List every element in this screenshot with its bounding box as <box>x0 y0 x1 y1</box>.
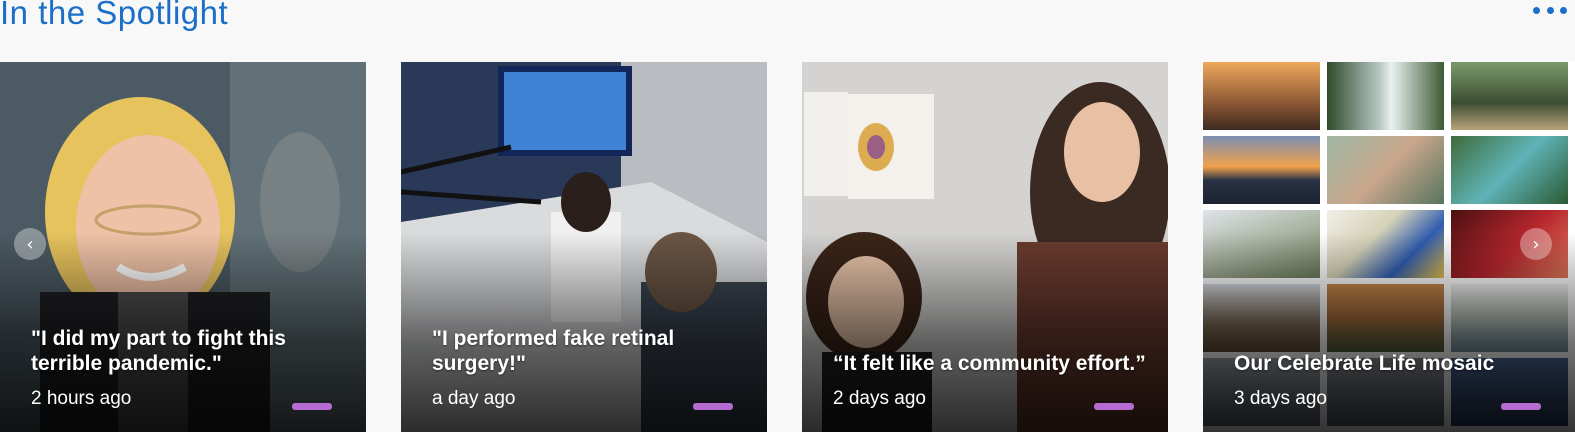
card-timestamp: 3 days ago <box>1234 388 1327 409</box>
spotlight-card-1[interactable]: "I did my part to fight this terrible pa… <box>0 62 366 432</box>
mosaic-tile <box>1327 62 1444 130</box>
spotlight-card-3[interactable]: “It felt like a community effort.” 2 day… <box>802 62 1168 432</box>
mosaic-tile <box>1451 136 1568 204</box>
section-title: In the Spotlight <box>0 0 229 31</box>
dot <box>1533 6 1540 14</box>
spotlight-card-2[interactable]: "I performed fake retinal surgery!" a da… <box>401 62 767 432</box>
card-timestamp: 2 days ago <box>833 388 926 409</box>
card-headline[interactable]: Our Celebrate Life mosaic <box>1234 351 1555 376</box>
card-indicator <box>1501 403 1541 410</box>
card-indicator <box>1094 403 1134 410</box>
card-headline[interactable]: "I did my part to fight this terrible pa… <box>31 326 346 376</box>
card-timestamp: 2 hours ago <box>31 388 132 409</box>
chevron-left-icon[interactable]: ‹ <box>14 228 46 260</box>
more-options-icon[interactable] <box>1533 4 1567 16</box>
mosaic-tile <box>1451 62 1568 130</box>
card-headline[interactable]: "I performed fake retinal surgery!" <box>432 326 747 376</box>
card-headline[interactable]: “It felt like a community effort.” <box>833 351 1148 376</box>
card-indicator <box>693 403 733 410</box>
card-timestamp: a day ago <box>432 388 516 409</box>
chevron-right-icon[interactable]: › <box>1520 228 1552 260</box>
mosaic-tile <box>1203 136 1320 204</box>
card-indicator <box>292 403 332 410</box>
spotlight-card-4[interactable]: Our Celebrate Life mosaic 3 days ago <box>1203 62 1575 432</box>
dot <box>1546 6 1554 14</box>
mosaic-tile <box>1203 62 1320 130</box>
dot <box>1560 6 1567 14</box>
mosaic-tile <box>1327 136 1444 204</box>
